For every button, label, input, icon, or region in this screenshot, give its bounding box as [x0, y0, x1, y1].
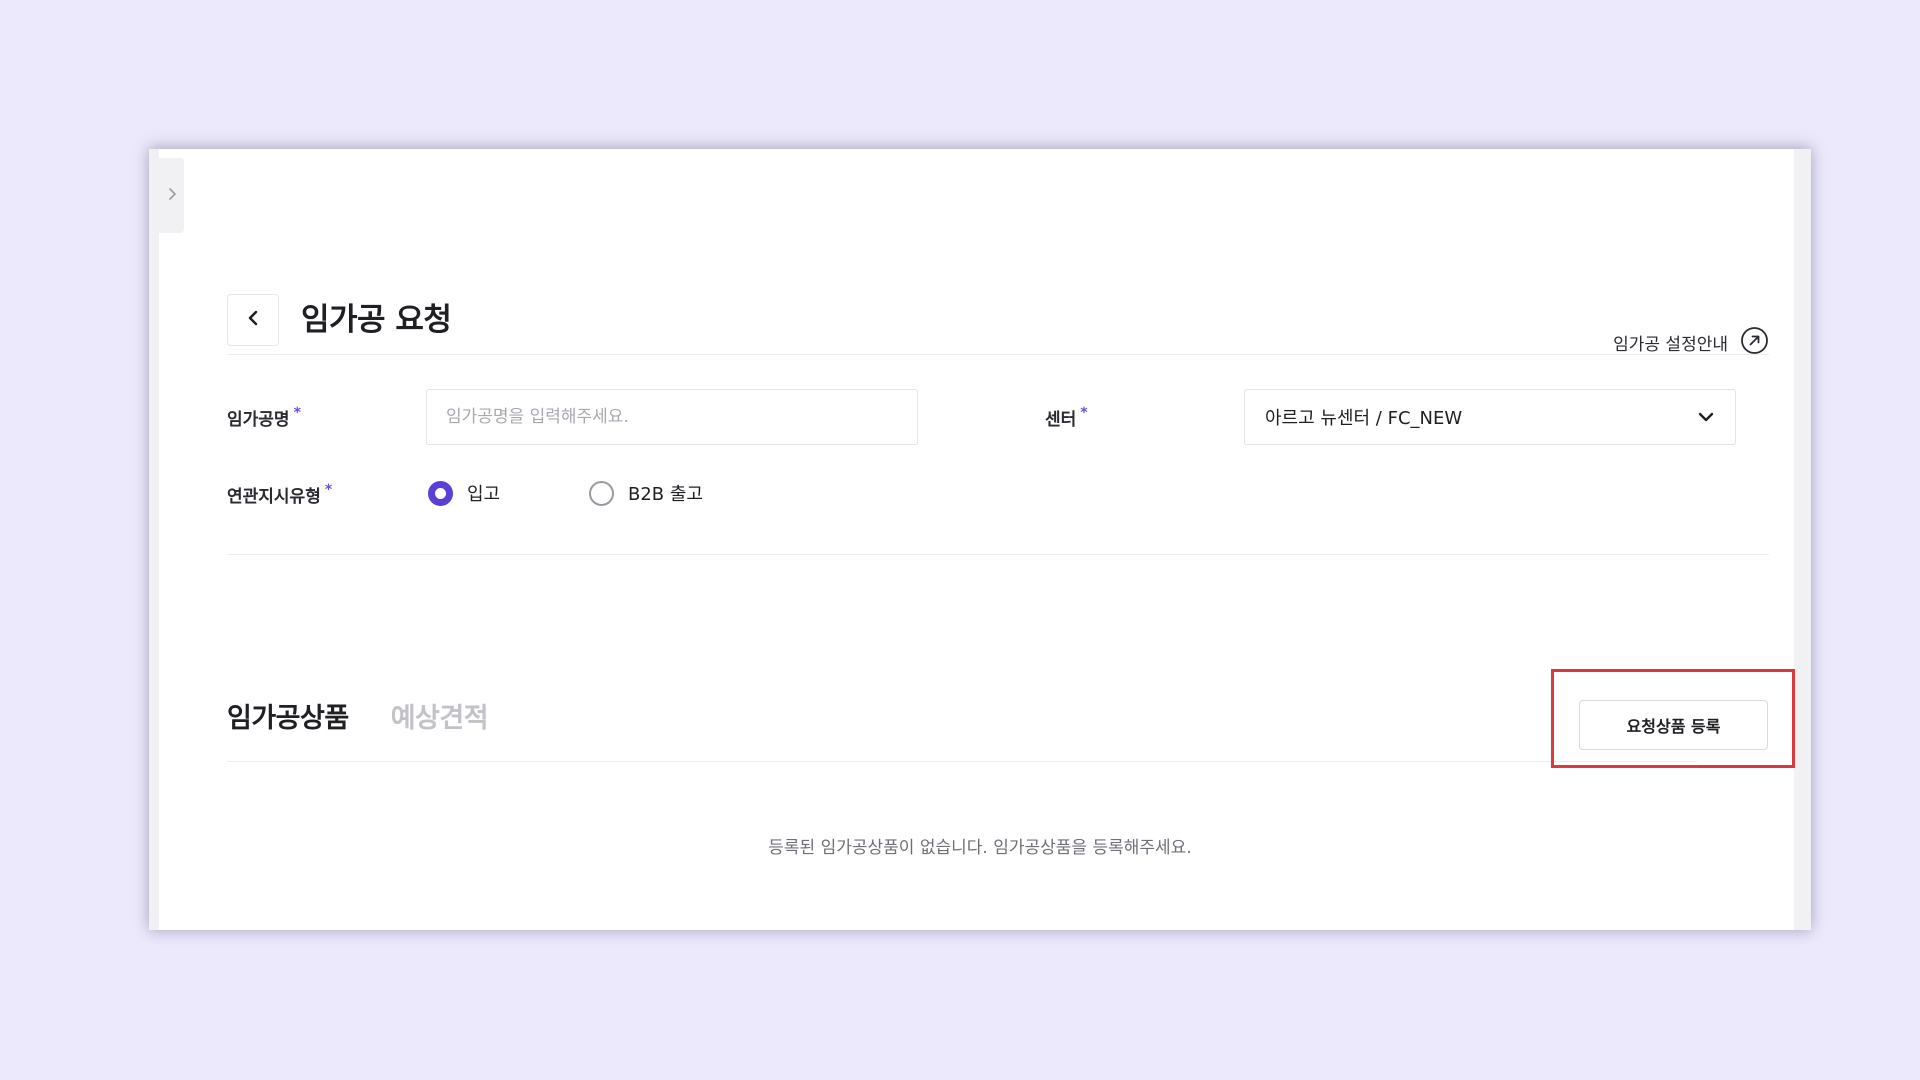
radio-button[interactable] [589, 480, 614, 506]
radio-b2b-outbound-label: B2B 출고 [628, 484, 703, 505]
center-select[interactable]: 아르고 뉴센터 / FC_NEW [1244, 389, 1736, 445]
setup-guide-link[interactable]: 임가공 설정안내 [1613, 326, 1769, 359]
tab-processing-products[interactable]: 임가공상품 [227, 696, 349, 735]
required-mark: * [293, 405, 301, 421]
related-type-label-text: 연관지시유형 [227, 487, 321, 507]
center-label: 센터 * [1045, 405, 1088, 430]
form-divider [227, 554, 1769, 555]
back-button[interactable] [227, 294, 279, 346]
app-window: 임가공 요청 임가공 설정안내 임가공명* 센터* 아르고 뉴센터 / FC_N… [149, 149, 1811, 930]
name-label-text: 임가공명 [227, 410, 290, 430]
center-select-value: 아르고 뉴센터 / FC_NEW [1265, 408, 1463, 429]
center-label-text: 센터 [1045, 410, 1077, 430]
tab-estimate[interactable]: 예상견적 [391, 696, 489, 735]
tab-bar: 임가공상품 예상견적 [227, 696, 489, 735]
scrollbar-track[interactable] [1794, 149, 1811, 930]
radio-button-selected[interactable] [428, 480, 453, 506]
external-link-arrow-icon [1740, 326, 1769, 359]
register-product-button[interactable]: 요청상품 등록 [1579, 700, 1768, 750]
required-mark: * [1080, 405, 1088, 421]
radio-inbound-label: 입고 [467, 484, 501, 505]
radio-inbound[interactable]: 입고 [428, 480, 500, 506]
chevron-left-icon [246, 309, 260, 331]
required-mark: * [324, 482, 333, 498]
page-title: 임가공 요청 [301, 302, 452, 338]
name-input[interactable] [426, 389, 918, 445]
page-header: 임가공 요청 임가공 설정안내 [227, 294, 1769, 355]
tab-divider [227, 761, 1697, 762]
chevron-down-icon [1697, 408, 1715, 427]
related-type-label: 연관지시유형 * [227, 482, 332, 507]
setup-guide-label: 임가공 설정안내 [1613, 335, 1728, 355]
empty-state-message: 등록된 임가공상품이 없습니다. 임가공상품을 등록해주세요. [768, 838, 1192, 858]
sidebar-toggle-button[interactable] [159, 158, 184, 233]
name-label: 임가공명 * [227, 405, 301, 430]
radio-b2b-outbound[interactable]: B2B 출고 [589, 480, 703, 506]
chevron-right-icon [167, 186, 177, 205]
left-gutter [149, 149, 159, 930]
